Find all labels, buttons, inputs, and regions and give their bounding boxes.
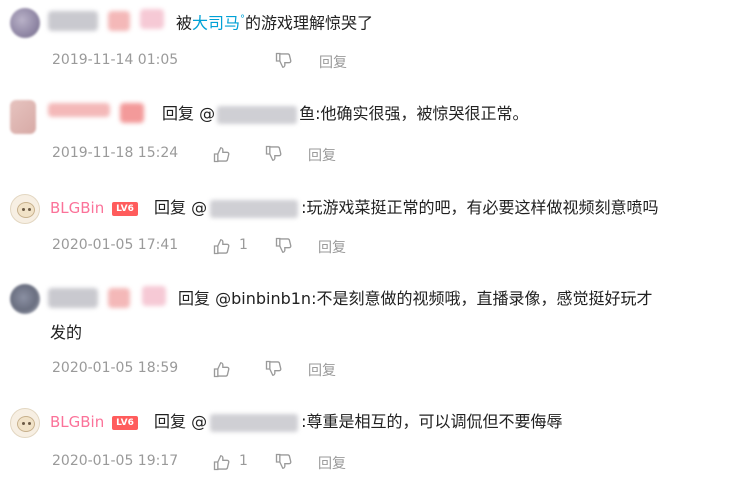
thumbs-up-icon[interactable]	[212, 236, 232, 256]
username-blurred[interactable]	[48, 103, 110, 117]
mention-link[interactable]: @binbinb1n	[215, 289, 311, 308]
reply-button[interactable]: 回复	[308, 360, 336, 380]
reply-button[interactable]: 回复	[319, 52, 347, 72]
mention-link[interactable]: 大司马	[192, 13, 240, 32]
timestamp: 2020-01-05 18:59	[52, 360, 179, 376]
username-blurred	[140, 9, 164, 29]
thumbs-down-icon[interactable]	[274, 452, 294, 472]
avatar[interactable]	[10, 8, 40, 38]
thumbs-down-icon[interactable]	[264, 144, 284, 164]
avatar[interactable]	[10, 100, 36, 134]
thumbs-up-icon[interactable]	[212, 144, 232, 164]
timestamp: 2020-01-05 17:41	[52, 237, 179, 253]
comment-5: BLGBin LV6 回复 @:尊重是相互的，可以调侃但不要侮辱 2020-01…	[0, 396, 739, 486]
comment-2: 回复 @ 鱼:他确实很强，被惊哭很正常。 2019-11-18 15:24 回复	[0, 88, 739, 174]
username-blurred[interactable]	[48, 288, 98, 308]
mention-blurred[interactable]	[217, 105, 298, 124]
timestamp: 2020-01-05 19:17	[52, 453, 179, 469]
thumbs-down-icon[interactable]	[274, 51, 294, 71]
username-blurred[interactable]	[48, 11, 98, 31]
comment-meta: 2019-11-18 15:24 回复	[52, 145, 652, 165]
username-blurred	[142, 286, 166, 306]
comment-text: 回复 @binbinb1n:不是刻意做的视频哦，直播录像，感觉挺好玩才	[178, 289, 653, 308]
username[interactable]: BLGBin	[50, 413, 104, 431]
reply-button[interactable]: 回复	[318, 453, 346, 473]
thumbs-up-icon[interactable]	[212, 359, 232, 379]
comment-text: 回复 @:玩游戏菜挺正常的吧，有必要这样做视频刻意喷吗	[154, 198, 659, 218]
username-blurred	[108, 11, 130, 31]
mention-blurred[interactable]	[210, 199, 299, 218]
comment-text: 回复 @ 鱼:他确实很强，被惊哭很正常。	[162, 104, 529, 124]
timestamp: 2019-11-14 01:05	[52, 52, 179, 68]
username[interactable]: BLGBin	[50, 199, 104, 217]
comment-4: 回复 @binbinb1n:不是刻意做的视频哦，直播录像，感觉挺好玩才 发的 2…	[0, 274, 739, 386]
comment-text-continued: 发的	[50, 323, 83, 342]
reply-button[interactable]: 回复	[308, 145, 336, 165]
like-count: 1	[239, 453, 248, 469]
level-badge: LV6	[112, 416, 138, 430]
avatar[interactable]	[10, 408, 40, 438]
avatar[interactable]	[10, 284, 40, 314]
comment-1: 被大司马°的游戏理解惊哭了 2019-11-14 01:05 回复	[0, 0, 739, 80]
thumbs-up-icon[interactable]	[212, 452, 232, 472]
thumbs-down-icon[interactable]	[264, 359, 284, 379]
comment-meta: 2019-11-14 01:05 回复	[52, 52, 652, 72]
comment-text: 回复 @:尊重是相互的，可以调侃但不要侮辱	[154, 412, 563, 432]
like-count: 1	[239, 237, 248, 253]
level-badge: LV6	[112, 202, 138, 216]
username-blurred	[120, 103, 144, 123]
comment-3: BLGBin LV6 回复 @:玩游戏菜挺正常的吧，有必要这样做视频刻意喷吗 2…	[0, 182, 739, 266]
comment-meta: 2020-01-05 17:41 1 回复	[52, 237, 652, 257]
comment-text: 被大司马°的游戏理解惊哭了	[176, 13, 374, 33]
comment-meta: 2020-01-05 18:59 回复	[52, 360, 652, 380]
thumbs-down-icon[interactable]	[274, 236, 294, 256]
avatar[interactable]	[10, 194, 40, 224]
reply-button[interactable]: 回复	[318, 237, 346, 257]
mention-blurred[interactable]	[210, 413, 299, 432]
timestamp: 2019-11-18 15:24	[52, 145, 179, 161]
username-blurred	[108, 288, 130, 308]
comment-meta: 2020-01-05 19:17 1 回复	[52, 453, 652, 473]
